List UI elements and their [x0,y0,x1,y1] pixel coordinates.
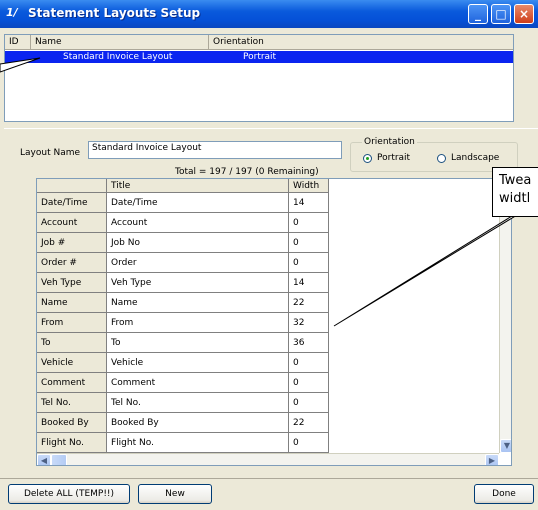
grid-header-title: Title [107,179,289,193]
list-item-name: Standard Invoice Layout [63,52,173,62]
title-cell[interactable]: Flight No. [107,433,289,453]
column-header-name[interactable]: Name [31,35,209,49]
scroll-right-icon[interactable]: ▶ [485,454,499,465]
title-cell[interactable]: Job No [107,233,289,253]
width-cell[interactable]: 14 [289,193,329,213]
orientation-group-label: Orientation [362,137,417,147]
title-cell[interactable]: Veh Type [107,273,289,293]
title-cell[interactable]: Vehicle [107,353,289,373]
title-bar[interactable]: 1/ Statement Layouts Setup _ □ × [0,0,538,28]
width-cell[interactable]: 0 [289,233,329,253]
title-cell[interactable]: Booked By [107,413,289,433]
width-cell[interactable]: 0 [289,253,329,273]
row-header-cell: Booked By [37,413,107,433]
landscape-radio[interactable] [437,154,446,163]
width-cell[interactable]: 32 [289,313,329,333]
title-cell[interactable]: Date/Time [107,193,289,213]
title-cell[interactable]: Tel No. [107,393,289,413]
width-cell[interactable]: 0 [289,393,329,413]
width-cell[interactable]: 22 [289,293,329,313]
width-cell[interactable]: 0 [289,213,329,233]
callout-line1: Twea [499,173,532,188]
column-header-orientation[interactable]: Orientation [209,35,513,49]
scroll-down-icon[interactable]: ▼ [500,439,511,453]
title-cell[interactable]: To [107,333,289,353]
row-header-cell: Comment [37,373,107,393]
annotation-pointer [333,211,523,327]
row-header-cell: Veh Type [37,273,107,293]
done-button[interactable]: Done [474,484,534,504]
title-cell[interactable]: Comment [107,373,289,393]
row-header-cell: Tel No. [37,393,107,413]
new-button[interactable]: New [138,484,212,504]
width-cell[interactable]: 0 [289,373,329,393]
horizontal-scroll-thumb[interactable] [51,454,67,465]
width-cell[interactable]: 0 [289,353,329,373]
bottom-divider [0,478,538,479]
width-cell[interactable]: 22 [289,413,329,433]
list-item-orientation: Portrait [243,52,277,62]
landscape-label[interactable]: Landscape [451,153,499,163]
layout-name-input[interactable]: Standard Invoice Layout [88,141,342,159]
portrait-radio[interactable] [363,154,372,163]
app-window: 1/ Statement Layouts Setup _ □ × ID Name… [0,0,538,510]
window-title: Statement Layouts Setup [28,6,201,20]
grid-header-width: Width [289,179,329,193]
close-icon: × [518,7,530,21]
grid-header-blank [37,179,107,193]
annotation-arrow-left [0,57,41,73]
layouts-list[interactable]: ID Name Orientation Standard Invoice Lay… [4,34,514,122]
app-icon: 1/ [6,6,18,19]
width-cell[interactable]: 14 [289,273,329,293]
layout-name-label: Layout Name [20,148,81,158]
width-cell[interactable]: 0 [289,433,329,453]
minimize-button[interactable]: _ [468,4,488,24]
title-cell[interactable]: Account [107,213,289,233]
maximize-button[interactable]: □ [491,4,511,24]
row-header-cell: Vehicle [37,353,107,373]
title-cell[interactable]: Name [107,293,289,313]
row-header-cell: To [37,333,107,353]
list-item[interactable]: Standard Invoice Layout Portrait [5,51,513,63]
close-button[interactable]: × [514,4,534,24]
maximize-icon: □ [495,7,507,21]
row-header-cell: From [37,313,107,333]
grid-horizontal-scrollbar[interactable]: ◀ ▶ [37,453,499,465]
row-header-cell: Job # [37,233,107,253]
delete-all-button[interactable]: Delete ALL (TEMP!!) [8,484,130,504]
row-header-cell: Flight No. [37,433,107,453]
minimize-icon: _ [475,7,481,21]
width-cell[interactable]: 36 [289,333,329,353]
title-cell[interactable]: From [107,313,289,333]
portrait-label[interactable]: Portrait [377,153,410,163]
title-cell[interactable]: Order [107,253,289,273]
annotation-callout: Twea widtl [492,167,538,217]
scroll-left-icon[interactable]: ◀ [37,454,51,465]
total-text: Total = 197 / 197 (0 Remaining) [175,167,319,177]
callout-line2: widtl [499,191,531,206]
list-header: ID Name Orientation [5,35,513,50]
row-header-cell: Date/Time [37,193,107,213]
row-header-cell: Account [37,213,107,233]
row-header-cell: Name [37,293,107,313]
row-header-cell: Order # [37,253,107,273]
